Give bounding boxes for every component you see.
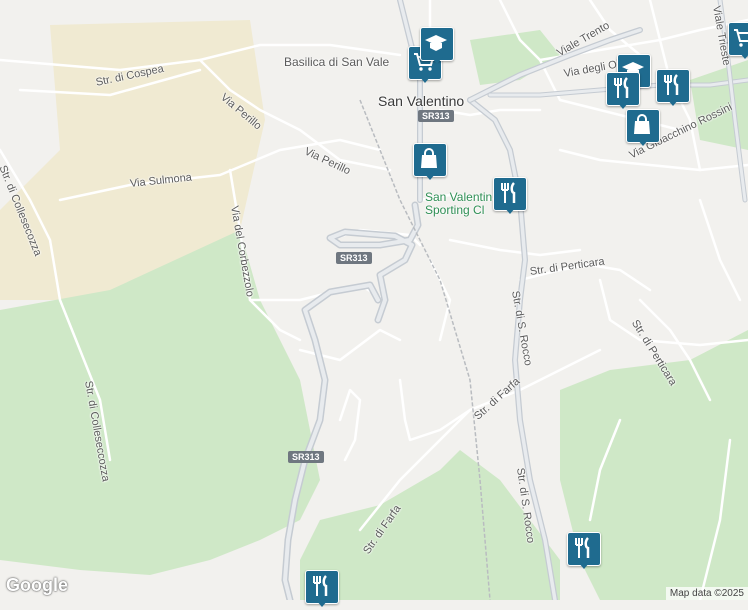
restaurant-icon	[313, 575, 328, 596]
restaurant-icon	[575, 537, 590, 558]
bag-marker-1[interactable]	[413, 143, 447, 183]
restaurant-icon	[664, 74, 679, 95]
bag-marker-2[interactable]	[626, 109, 660, 149]
shopping-bag-icon	[634, 114, 650, 134]
restaurant-icon	[614, 77, 629, 98]
route-shield-sr313-north: SR313	[418, 110, 454, 122]
restaurant-marker-5[interactable]	[305, 570, 339, 610]
restaurant-marker-1[interactable]	[493, 177, 527, 217]
restaurant-marker-2[interactable]	[606, 72, 640, 112]
restaurant-marker-4[interactable]	[567, 532, 601, 572]
route-shield-sr313-south: SR313	[288, 451, 324, 463]
poi-label-sporting-club-line2: Sporting Cl	[425, 203, 485, 217]
place-label-san-valentino: San Valentino	[378, 93, 465, 109]
google-logo: Google	[6, 575, 68, 595]
shopping-bag-icon	[421, 148, 437, 168]
school-icon	[425, 35, 447, 51]
school-marker[interactable]	[420, 27, 454, 67]
route-shield-sr313-middle: SR313	[336, 252, 372, 264]
restaurant-marker-3[interactable]	[656, 69, 690, 109]
basilica-label: Basilica di San Vale	[284, 55, 390, 69]
restaurant-icon	[501, 182, 516, 203]
map-attribution[interactable]: Map data ©2025	[665, 587, 748, 600]
shopping-cart-icon	[734, 29, 748, 47]
cart-marker-2[interactable]	[728, 22, 748, 62]
